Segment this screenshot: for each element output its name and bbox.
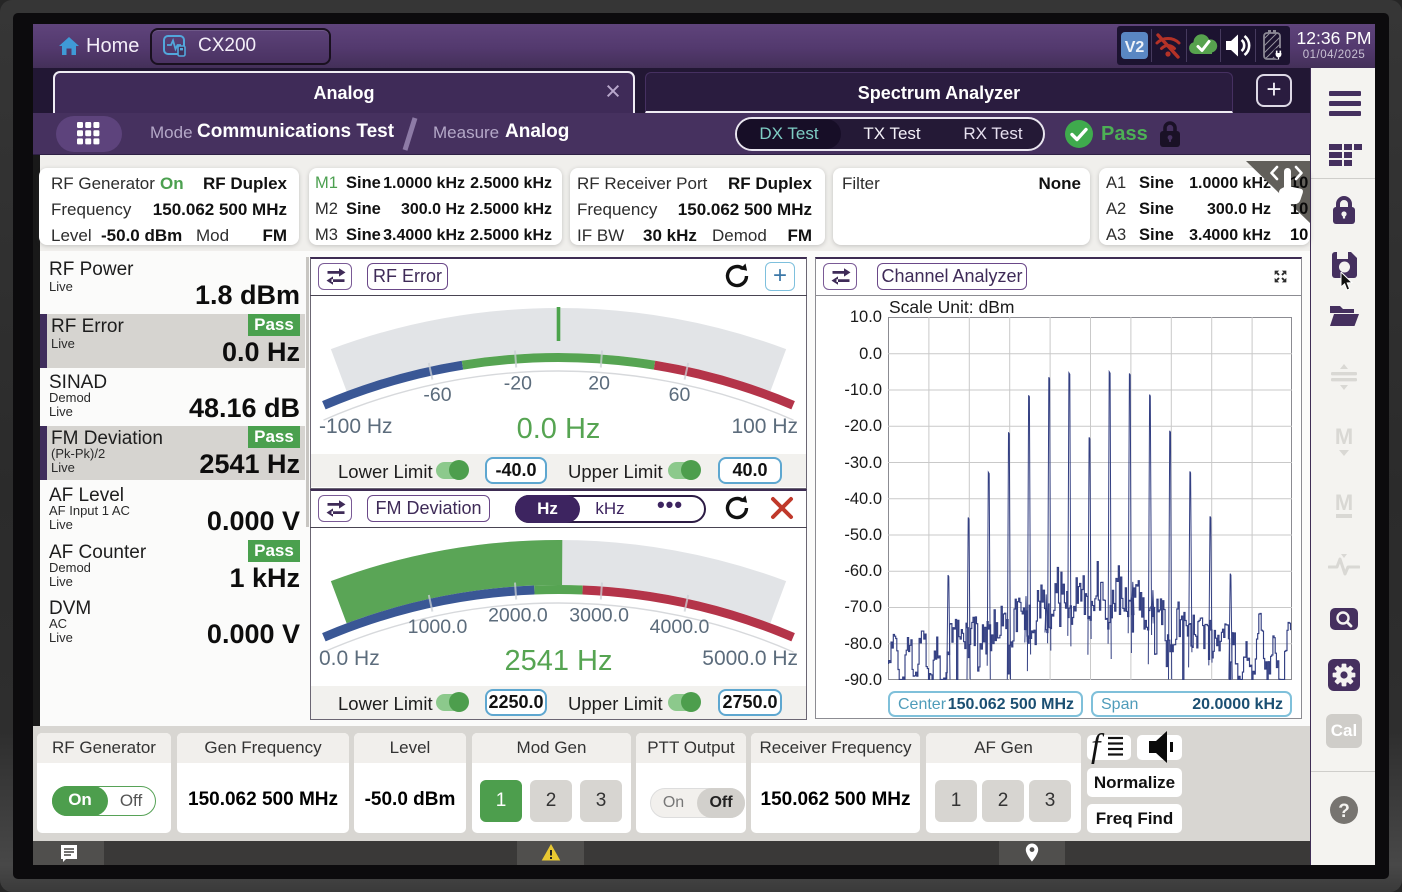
svg-text:5000.0 Hz: 5000.0 Hz xyxy=(702,647,798,670)
svg-text:M: M xyxy=(1335,424,1353,449)
svg-text:0.0 Hz: 0.0 Hz xyxy=(517,413,601,445)
svg-text:M: M xyxy=(1335,490,1353,515)
svg-text:20: 20 xyxy=(588,373,610,395)
svg-text:1000.0: 1000.0 xyxy=(408,616,468,638)
svg-text:?: ? xyxy=(1338,801,1350,822)
svg-text:-20: -20 xyxy=(504,373,532,395)
svg-text:-60: -60 xyxy=(423,384,451,406)
svg-text:2541 Hz: 2541 Hz xyxy=(504,645,612,677)
svg-text:V2: V2 xyxy=(1125,39,1145,56)
svg-text:100 Hz: 100 Hz xyxy=(731,415,798,438)
svg-text:4000.0: 4000.0 xyxy=(650,616,710,638)
svg-text:f: f xyxy=(1091,728,1105,765)
svg-text:0.0 Hz: 0.0 Hz xyxy=(319,647,380,670)
svg-text:3000.0: 3000.0 xyxy=(569,605,629,627)
svg-text:60: 60 xyxy=(669,384,691,406)
svg-text:2000.0: 2000.0 xyxy=(488,605,548,627)
svg-text:-100 Hz: -100 Hz xyxy=(319,415,393,438)
